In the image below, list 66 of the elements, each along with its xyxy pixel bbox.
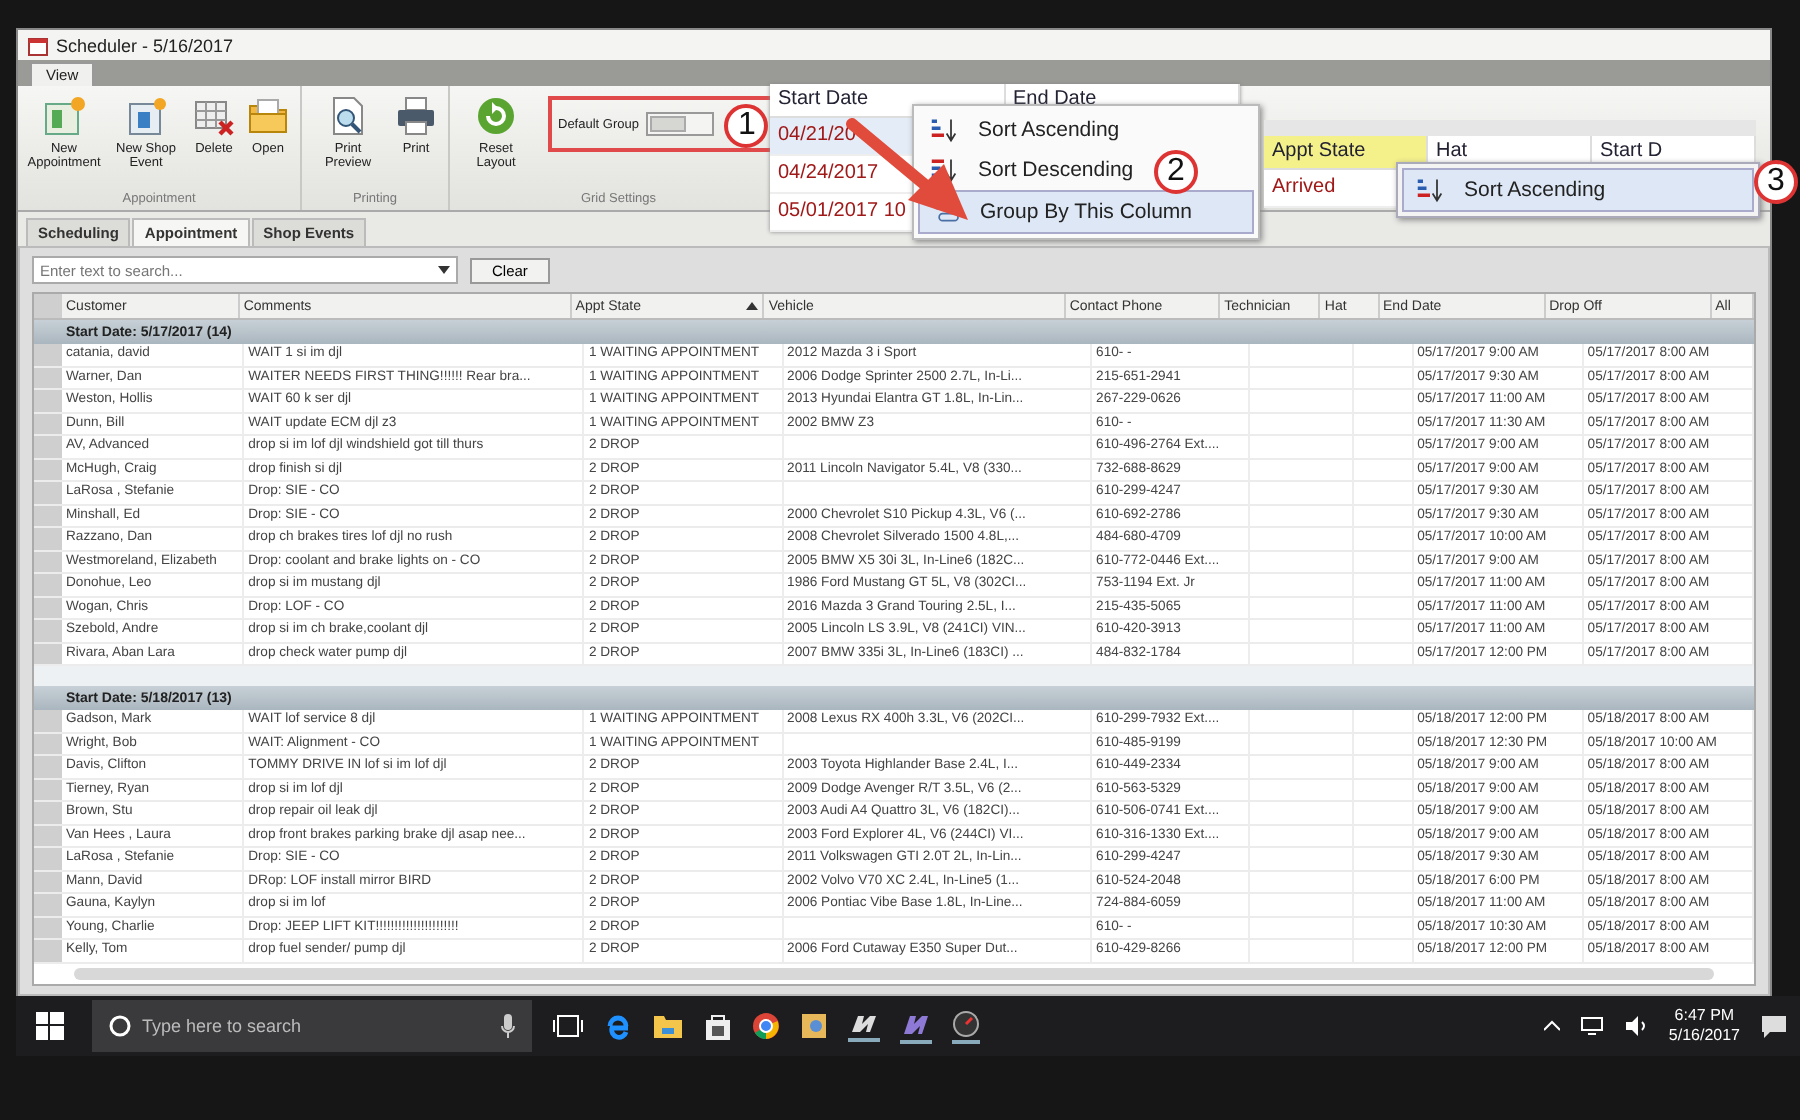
circle-icon bbox=[108, 1014, 132, 1038]
row-selector[interactable] bbox=[34, 482, 62, 503]
step-badge: 2 bbox=[1154, 150, 1198, 194]
sort-arrow-icon bbox=[746, 302, 759, 310]
menu-item[interactable]: Group By This Column bbox=[918, 190, 1254, 234]
taskbar-search-field[interactable]: Type here to search bbox=[92, 1000, 532, 1052]
column-header[interactable]: Appt State bbox=[1264, 136, 1428, 168]
row-selector[interactable] bbox=[34, 779, 62, 800]
toggle-switch[interactable] bbox=[646, 112, 715, 136]
row-selector[interactable] bbox=[34, 710, 62, 731]
task-view-icon[interactable] bbox=[552, 1014, 584, 1038]
row-selector[interactable] bbox=[34, 367, 62, 388]
folder-icon[interactable] bbox=[652, 1012, 684, 1040]
row-selector[interactable] bbox=[34, 940, 62, 961]
horizontal-scrollbar[interactable] bbox=[74, 967, 1714, 979]
gauge-icon[interactable] bbox=[952, 1009, 980, 1043]
round-browser-icon[interactable] bbox=[752, 1012, 780, 1040]
sort-ascending-icon bbox=[930, 116, 958, 144]
row-selector[interactable] bbox=[34, 848, 62, 869]
row-selector[interactable] bbox=[34, 436, 62, 457]
sort-ascending-icon bbox=[1416, 176, 1444, 204]
row-selector[interactable] bbox=[34, 802, 62, 823]
row-selector[interactable] bbox=[34, 620, 62, 641]
row-selector[interactable] bbox=[34, 756, 62, 777]
row-selector[interactable] bbox=[34, 294, 62, 318]
row-selector[interactable] bbox=[34, 551, 62, 572]
clock-date[interactable]: 5/16/2017 bbox=[1668, 1026, 1740, 1046]
browser-e-icon[interactable] bbox=[604, 1012, 632, 1040]
row-selector[interactable] bbox=[34, 574, 62, 595]
dropdown-arrow-icon bbox=[438, 266, 450, 274]
row-selector[interactable] bbox=[34, 505, 62, 526]
speaker-icon[interactable] bbox=[1624, 1016, 1649, 1036]
windows-logo-icon[interactable] bbox=[36, 1012, 64, 1040]
row-selector[interactable] bbox=[34, 733, 62, 754]
printer-icon bbox=[394, 94, 438, 138]
calendar-icon bbox=[28, 35, 48, 55]
step-badge: 3 bbox=[1754, 160, 1798, 204]
row-selector[interactable] bbox=[34, 825, 62, 846]
menu-item[interactable]: Sort Ascending bbox=[1402, 168, 1754, 212]
row-selector[interactable] bbox=[34, 894, 62, 915]
row-selector[interactable] bbox=[34, 390, 62, 411]
photo-app-icon[interactable] bbox=[800, 1012, 828, 1040]
network-icon[interactable] bbox=[1580, 1016, 1605, 1036]
shopping-bag-icon[interactable] bbox=[704, 1012, 732, 1040]
row-selector[interactable] bbox=[34, 597, 62, 618]
notification-icon[interactable] bbox=[1760, 1014, 1788, 1038]
window-title: Scheduler - 5/16/2017 bbox=[56, 35, 234, 55]
chevron-up-icon[interactable] bbox=[1544, 1020, 1561, 1032]
row-selector[interactable] bbox=[34, 871, 62, 892]
spreadsheet-star-icon bbox=[124, 94, 168, 138]
step-badge: 1 bbox=[724, 104, 769, 148]
app-icon[interactable] bbox=[848, 1011, 880, 1041]
row-selector[interactable] bbox=[34, 344, 62, 365]
date-cell: 04/24/2017 bbox=[778, 162, 879, 184]
row-selector[interactable] bbox=[34, 643, 62, 664]
menu-item[interactable]: Sort Ascending bbox=[918, 110, 1132, 150]
date-cell: 05/01/2017 10 bbox=[778, 200, 906, 222]
microphone-icon bbox=[500, 1014, 516, 1038]
row-selector[interactable] bbox=[34, 528, 62, 549]
row-selector[interactable] bbox=[34, 917, 62, 938]
spreadsheet-star-icon bbox=[42, 94, 86, 138]
row-selector[interactable] bbox=[34, 413, 62, 434]
row-selector[interactable] bbox=[34, 459, 62, 480]
clock-time[interactable]: 6:47 PM bbox=[1674, 1006, 1735, 1026]
refresh-icon bbox=[474, 94, 518, 138]
state-cell: Arrived bbox=[1272, 176, 1336, 198]
